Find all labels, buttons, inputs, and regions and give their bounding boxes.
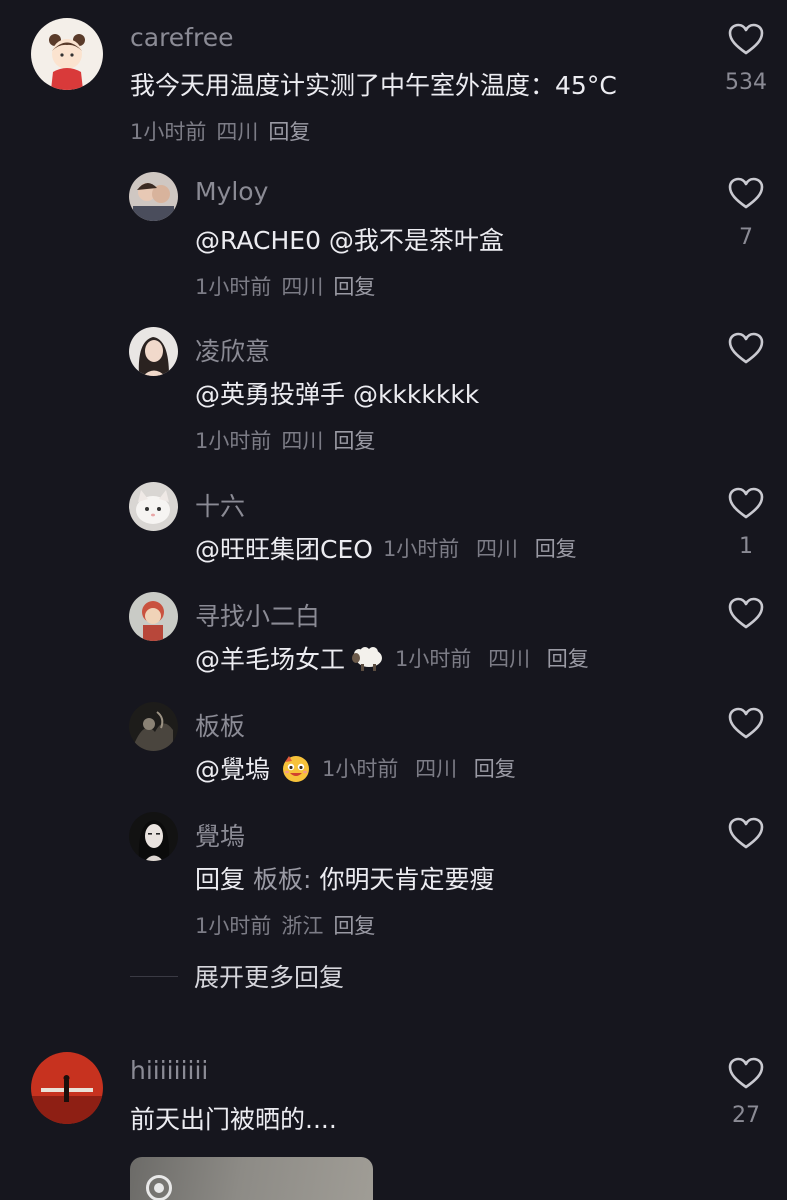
comment-text: 前天出门被晒的.... (130, 1105, 337, 1134)
avatar[interactable] (129, 702, 178, 751)
comment-meta: 1小时前 四川 回复 (130, 116, 310, 146)
location: 四川 (281, 275, 324, 299)
sheep-emoji (351, 643, 385, 673)
heart-icon[interactable] (727, 596, 765, 630)
username[interactable]: 十六 (195, 487, 245, 523)
timestamp: 1小时前 (395, 647, 472, 671)
username[interactable]: Myloy (195, 177, 268, 206)
reply-meta: 1小时前 四川 回复 (383, 533, 577, 563)
location: 四川 (415, 757, 458, 781)
mention-text[interactable]: @羊毛场女工 (195, 640, 345, 676)
username[interactable]: carefree (130, 23, 233, 52)
heart-icon[interactable] (727, 486, 765, 520)
reply-meta: 1小时前 四川 回复 (195, 425, 375, 455)
reply-button[interactable]: 回复 (333, 425, 375, 455)
timestamp: 1小时前 (195, 275, 272, 299)
reply-button[interactable]: 回复 (333, 271, 375, 301)
heart-icon[interactable] (727, 706, 765, 740)
username[interactable]: 寻找小二白 (195, 597, 320, 633)
reply-meta: 1小时前 四川 回复 (195, 271, 375, 301)
location: 四川 (216, 120, 259, 144)
comment-list: carefree 我今天用温度计实测了中午室外温度：45°C 1小时前 四川 回… (0, 0, 787, 1200)
location: 四川 (281, 429, 324, 453)
heart-icon[interactable] (727, 331, 765, 365)
location: 浙江 (281, 914, 324, 938)
reply-text: @RACHE0 @我不是茶叶盒 (195, 221, 504, 257)
avatar[interactable] (129, 172, 178, 221)
reply-meta: 1小时前 四川 回复 (395, 643, 589, 673)
heart-icon[interactable] (727, 22, 765, 56)
username[interactable]: 覺塢 (195, 817, 245, 853)
reply-meta: 1小时前 四川 回复 (322, 753, 516, 783)
avatar[interactable] (31, 1052, 103, 1124)
reply-button[interactable]: 回复 (535, 537, 577, 561)
reply-body: 你明天肯定要瘦 (319, 865, 495, 894)
mention-text[interactable]: @RACHE0 @我不是茶叶盒 (195, 221, 504, 257)
reply-button[interactable]: 回复 (547, 647, 589, 671)
reply-text: 回复 板板: 你明天肯定要瘦 (195, 860, 494, 896)
reply-text: @英勇投弹手 @kkkkkkk (195, 375, 479, 411)
heart-icon[interactable] (727, 176, 765, 210)
username[interactable]: 板板 (195, 707, 245, 743)
username[interactable]: hiiiiiiiii (130, 1056, 208, 1085)
username[interactable]: 凌欣意 (195, 332, 270, 368)
timestamp: 1小时前 (130, 120, 207, 144)
avatar[interactable] (129, 482, 178, 531)
heart-icon[interactable] (727, 1056, 765, 1090)
reply-button[interactable]: 回复 (333, 910, 375, 940)
avatar[interactable] (129, 592, 178, 641)
reply-button[interactable]: 回复 (474, 757, 516, 781)
mention-text[interactable]: @旺旺集团CEO (195, 530, 373, 566)
like-count: 7 (739, 225, 753, 250)
smiling-face-emoji (280, 752, 312, 784)
expand-divider (130, 976, 178, 977)
like-count: 534 (725, 70, 767, 95)
live-photo-icon (146, 1175, 172, 1200)
avatar[interactable] (129, 327, 178, 376)
like-count: 1 (739, 534, 753, 559)
timestamp: 1小时前 (382, 537, 460, 561)
timestamp: 1小时前 (195, 914, 272, 938)
comment-image[interactable] (130, 1157, 373, 1200)
reply-prefix: 回复 (195, 865, 246, 894)
like-count: 27 (732, 1103, 760, 1128)
avatar[interactable] (129, 812, 178, 861)
timestamp: 1小时前 (322, 757, 399, 781)
expand-more-replies-button[interactable]: 展开更多回复 (194, 958, 344, 994)
location: 四川 (476, 537, 518, 561)
reply-button[interactable]: 回复 (268, 116, 310, 146)
avatar[interactable] (31, 18, 103, 90)
mention-text[interactable]: @覺塢 (195, 750, 270, 786)
reply-text: @旺旺集团CEO 1小时前 四川 回复 (195, 530, 577, 566)
reply-meta: 1小时前 浙江 回复 (195, 910, 375, 940)
reply-text: @覺塢 1小时前 四川 回复 (195, 750, 516, 786)
reply-text: @羊毛场女工 1小时前 四川 回复 (195, 640, 589, 676)
mention-text[interactable]: @英勇投弹手 @kkkkkkk (195, 375, 479, 411)
comment-text: 我今天用温度计实测了中午室外温度：45°C (130, 71, 617, 100)
heart-icon[interactable] (727, 816, 765, 850)
timestamp: 1小时前 (195, 429, 272, 453)
location: 四川 (488, 647, 531, 671)
reply-target-username[interactable]: 板板: (253, 860, 311, 896)
